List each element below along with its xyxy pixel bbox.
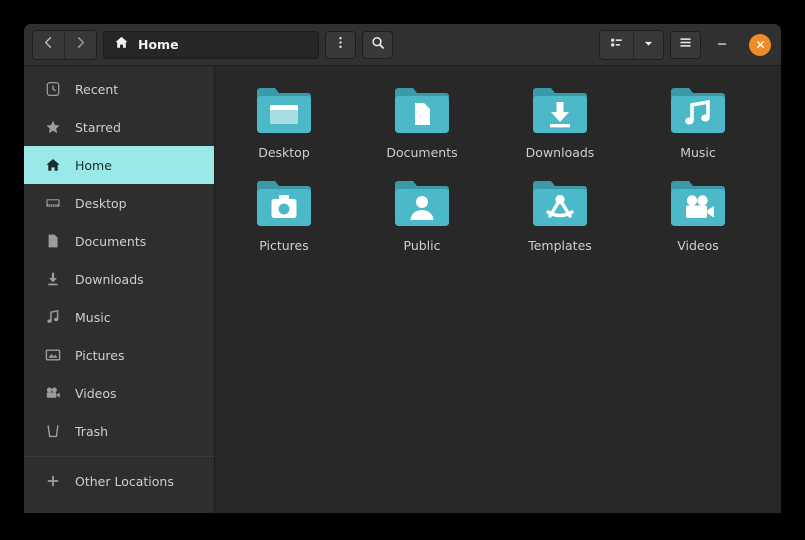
search-icon — [370, 35, 386, 55]
back-button[interactable] — [33, 30, 64, 59]
file-item-pictures[interactable]: Pictures — [215, 173, 353, 266]
chevron-right-icon — [73, 35, 88, 54]
chevron-down-icon — [642, 35, 655, 54]
file-item-public[interactable]: Public — [353, 173, 491, 266]
view-options-dropdown-button[interactable] — [633, 30, 663, 59]
view-mode-group — [599, 29, 664, 60]
sidebar-item-downloads[interactable]: Downloads — [24, 260, 214, 298]
header-bar: Home — [24, 24, 781, 66]
file-item-label: Videos — [677, 238, 719, 253]
list-view-button[interactable] — [600, 30, 633, 59]
folder-icon — [666, 176, 730, 234]
list-view-icon — [609, 35, 624, 54]
sidebar-item-other-locations[interactable]: Other Locations — [24, 462, 214, 500]
folder-icon — [528, 176, 592, 234]
folder-icon — [390, 83, 454, 141]
folder-icon — [528, 83, 592, 141]
file-item-desktop[interactable]: Desktop — [215, 80, 353, 173]
folder-icon — [252, 83, 316, 141]
plus-icon — [45, 473, 61, 489]
sidebar-item-label: Starred — [75, 119, 121, 135]
clock-icon — [45, 81, 61, 97]
path-bar-label: Home — [138, 37, 179, 52]
file-item-templates[interactable]: Templates — [491, 173, 629, 266]
music-note-icon — [45, 309, 61, 325]
hamburger-menu-icon — [678, 35, 693, 54]
file-item-label: Downloads — [525, 145, 595, 160]
trash-icon — [45, 423, 61, 439]
minimize-icon — [715, 35, 729, 54]
chevron-left-icon — [41, 35, 56, 54]
three-dots-vertical-icon — [333, 35, 348, 54]
file-item-label: Templates — [528, 238, 592, 253]
search-button[interactable] — [362, 30, 393, 59]
sidebar-item-starred[interactable]: Starred — [24, 108, 214, 146]
folder-icon — [390, 176, 454, 234]
file-manager-window: Home Recent Starred Home Desktop Documen… — [24, 24, 781, 513]
minimize-button[interactable] — [707, 31, 737, 59]
sidebar-item-label: Home — [75, 157, 112, 173]
folder-icon — [252, 176, 316, 234]
main-menu-button[interactable] — [670, 30, 701, 59]
window-body: Recent Starred Home Desktop Documents Do… — [24, 66, 781, 513]
sidebar-item-home[interactable]: Home — [24, 146, 214, 184]
close-button[interactable] — [749, 33, 771, 56]
sidebar: Recent Starred Home Desktop Documents Do… — [24, 66, 215, 513]
document-icon — [45, 233, 61, 249]
sidebar-item-recent[interactable]: Recent — [24, 70, 214, 108]
picture-icon — [45, 347, 61, 363]
sidebar-item-label: Music — [75, 309, 111, 325]
home-icon — [45, 157, 61, 173]
sidebar-item-videos[interactable]: Videos — [24, 374, 214, 412]
sidebar-item-desktop[interactable]: Desktop — [24, 184, 214, 222]
file-grid-area[interactable]: Desktop Documents Downloads Music Pictur… — [215, 66, 781, 513]
path-bar[interactable]: Home — [103, 30, 319, 59]
sidebar-divider — [24, 456, 214, 457]
forward-button[interactable] — [64, 30, 96, 59]
download-icon — [45, 271, 61, 287]
star-icon — [45, 119, 61, 135]
sidebar-item-label: Desktop — [75, 195, 127, 211]
file-item-label: Desktop — [258, 145, 310, 160]
file-item-label: Pictures — [259, 238, 309, 253]
sidebar-item-label: Documents — [75, 233, 147, 249]
options-menu-button[interactable] — [325, 30, 356, 59]
sidebar-item-music[interactable]: Music — [24, 298, 214, 336]
file-item-downloads[interactable]: Downloads — [491, 80, 629, 173]
sidebar-item-documents[interactable]: Documents — [24, 222, 214, 260]
sidebar-item-trash[interactable]: Trash — [24, 412, 214, 450]
file-item-music[interactable]: Music — [629, 80, 767, 173]
sidebar-item-label: Pictures — [75, 347, 125, 363]
sidebar-item-label: Downloads — [75, 271, 144, 287]
close-icon — [755, 35, 766, 54]
file-item-label: Public — [403, 238, 441, 253]
file-item-label: Music — [680, 145, 716, 160]
desktop-icon — [45, 195, 61, 211]
navigation-button-group — [32, 29, 97, 60]
sidebar-item-label: Other Locations — [75, 473, 174, 489]
folder-icon — [666, 83, 730, 141]
file-grid: Desktop Documents Downloads Music Pictur… — [215, 80, 781, 266]
sidebar-item-label: Videos — [75, 385, 117, 401]
file-item-videos[interactable]: Videos — [629, 173, 767, 266]
sidebar-item-label: Trash — [75, 423, 109, 439]
file-item-label: Documents — [386, 145, 458, 160]
sidebar-item-label: Recent — [75, 81, 119, 97]
video-camera-icon — [45, 385, 61, 401]
home-icon — [114, 35, 129, 54]
sidebar-item-pictures[interactable]: Pictures — [24, 336, 214, 374]
file-item-documents[interactable]: Documents — [353, 80, 491, 173]
